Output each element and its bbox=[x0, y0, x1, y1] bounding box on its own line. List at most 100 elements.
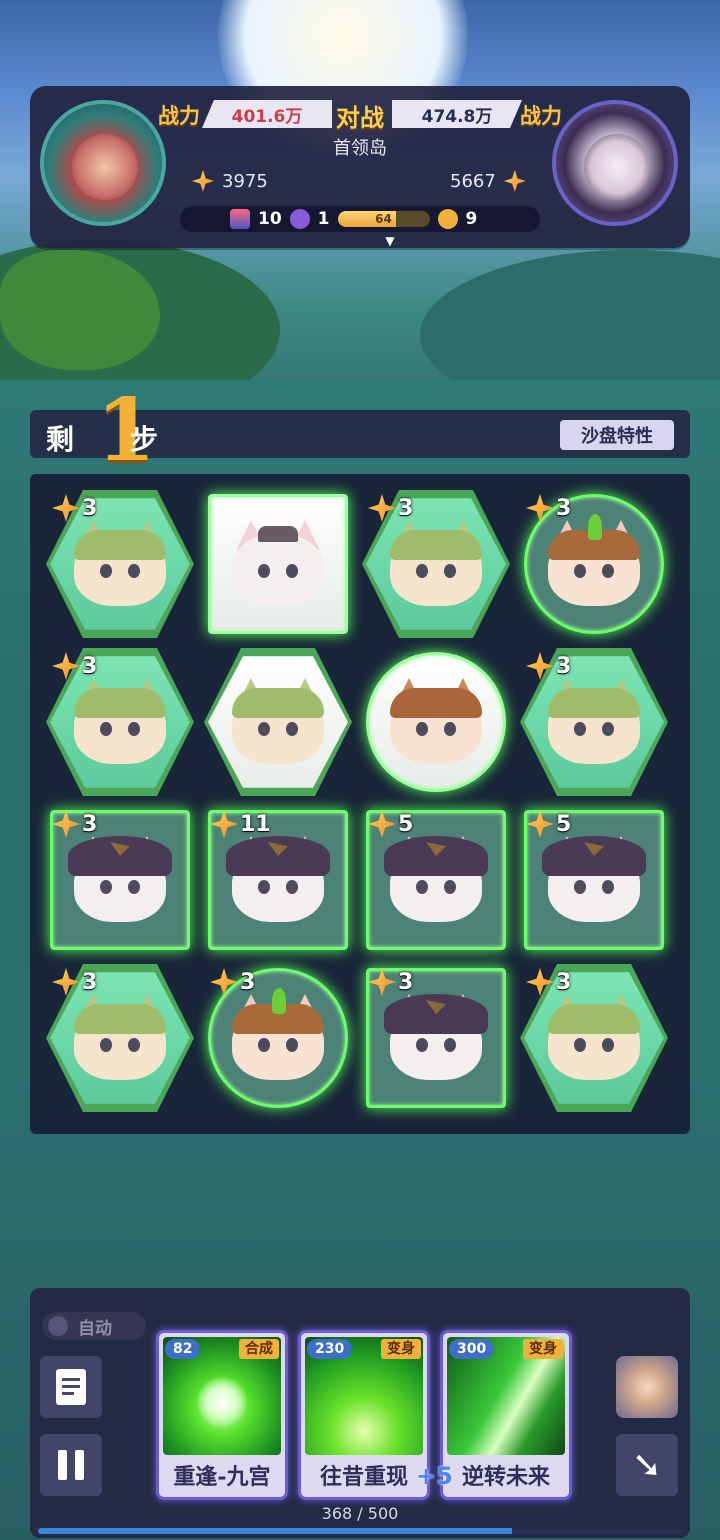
card-count: 10 bbox=[258, 209, 282, 229]
board-tile[interactable]: 3 bbox=[46, 964, 194, 1112]
progress-fill bbox=[38, 1528, 512, 1534]
board-tile[interactable]: 3 bbox=[520, 648, 668, 796]
tile-count-badge: 3 bbox=[210, 968, 255, 996]
card-tag: 变身 bbox=[381, 1339, 421, 1359]
hat-cat-icon bbox=[226, 836, 330, 922]
card-cost: 82 bbox=[165, 1339, 201, 1359]
steps-prefix: 剩 bbox=[46, 423, 75, 456]
horn-cat-icon bbox=[548, 514, 640, 606]
skill-card-3[interactable]: 300 变身 逆转未来 bbox=[440, 1330, 572, 1500]
tile-count-badge: 11 bbox=[210, 810, 271, 838]
tile-count: 5 bbox=[556, 811, 572, 837]
energy-bar: 64 bbox=[337, 211, 430, 227]
arrow-down-right-icon[interactable]: ➘ bbox=[616, 1434, 678, 1496]
star-icon bbox=[526, 652, 554, 680]
green-cat-icon bbox=[390, 520, 482, 606]
hat-cat-icon bbox=[68, 836, 172, 922]
tile-count: 3 bbox=[82, 811, 98, 837]
coin-count: 9 bbox=[465, 209, 478, 229]
enemy-power: 474.8万 bbox=[392, 100, 522, 128]
board-tile[interactable] bbox=[362, 648, 510, 796]
energy-value: 64 bbox=[375, 212, 392, 226]
board-tile[interactable]: 3 bbox=[204, 964, 352, 1112]
board-tile[interactable]: 11 bbox=[204, 806, 352, 954]
star-icon bbox=[52, 494, 80, 522]
tile-count-badge: 5 bbox=[526, 810, 571, 838]
board-tile[interactable]: 3 bbox=[46, 806, 194, 954]
tile-count-badge: 3 bbox=[52, 810, 97, 838]
skill-card-1[interactable]: 82 合成 重逢-九宫 bbox=[156, 1330, 288, 1500]
star-icon bbox=[52, 810, 80, 838]
tile-count: 3 bbox=[82, 969, 98, 995]
board-tile[interactable]: 3 bbox=[46, 490, 194, 638]
tile-count-badge: 3 bbox=[526, 494, 571, 522]
enemy-power-label: 战力 bbox=[520, 104, 562, 128]
star-icon bbox=[192, 170, 214, 192]
star-icon bbox=[210, 810, 238, 838]
board-tile[interactable]: 3 bbox=[46, 648, 194, 796]
tile-count: 3 bbox=[82, 495, 98, 521]
progress-label: 368 / 500 bbox=[321, 1504, 399, 1523]
tile-count: 11 bbox=[240, 811, 271, 837]
green-cat-icon bbox=[232, 678, 324, 764]
tile-count: 3 bbox=[240, 969, 256, 995]
hat-cat-icon bbox=[384, 836, 488, 922]
coin-icon bbox=[437, 209, 458, 229]
tile-count: 3 bbox=[556, 653, 572, 679]
player-avatar[interactable] bbox=[40, 100, 166, 226]
brown-cat-icon bbox=[390, 678, 482, 764]
board-tile[interactable]: 3 bbox=[362, 490, 510, 638]
tile-count-badge: 3 bbox=[52, 968, 97, 996]
sandbox-trait-button[interactable]: 沙盘特性 bbox=[560, 420, 674, 450]
tile-count: 5 bbox=[398, 811, 414, 837]
board-tile[interactable] bbox=[204, 490, 352, 638]
tile-count: 3 bbox=[556, 495, 572, 521]
captain-cat-icon bbox=[232, 520, 324, 606]
auto-toggle[interactable]: 自动 bbox=[42, 1312, 146, 1340]
tile-count-badge: 5 bbox=[368, 810, 413, 838]
enemy-score: 5667 bbox=[450, 170, 526, 192]
board-tile[interactable] bbox=[204, 648, 352, 796]
green-cat-icon bbox=[548, 678, 640, 764]
battle-header: 战力 401.6万 对战 474.8万 战力 首领岛 3975 5667 10 … bbox=[30, 86, 690, 248]
tile-count-badge: 3 bbox=[526, 968, 571, 996]
card-icon bbox=[230, 209, 250, 229]
chevron-down-icon[interactable]: ▼ bbox=[380, 235, 400, 247]
star-icon bbox=[368, 968, 396, 996]
tile-count: 3 bbox=[556, 969, 572, 995]
game-board: 3 3 3 3 3 3 11 5 5 3 3 3 3 bbox=[30, 474, 690, 1134]
pause-button[interactable] bbox=[40, 1434, 102, 1496]
star-icon bbox=[503, 170, 526, 192]
tile-count-badge: 3 bbox=[368, 494, 413, 522]
green-cat-icon bbox=[74, 520, 166, 606]
card-cost: 300 bbox=[449, 1339, 495, 1359]
notes-button[interactable] bbox=[40, 1356, 102, 1418]
document-icon bbox=[56, 1369, 86, 1405]
vs-label: 对战 bbox=[336, 104, 384, 132]
bonus-indicator: +5 bbox=[416, 1462, 453, 1490]
stats-bar: 10 1 64 9 bbox=[180, 206, 540, 232]
card-tag: 合成 bbox=[239, 1339, 279, 1359]
star-icon bbox=[368, 494, 396, 522]
horn-cat-icon bbox=[232, 988, 324, 1080]
enemy-avatar[interactable] bbox=[552, 100, 678, 226]
board-tile[interactable]: 5 bbox=[520, 806, 668, 954]
card-name: 重逢-九宫 bbox=[173, 1464, 271, 1490]
skill-card-2[interactable]: 230 变身 往昔重现 bbox=[298, 1330, 430, 1500]
player-power: 401.6万 bbox=[202, 100, 332, 128]
star-icon bbox=[526, 494, 554, 522]
star-icon bbox=[368, 810, 396, 838]
tile-count-badge: 3 bbox=[52, 494, 97, 522]
player-score-value: 3975 bbox=[222, 170, 268, 192]
card-name: 往昔重现 bbox=[319, 1464, 408, 1490]
hero-portrait-button[interactable] bbox=[616, 1356, 678, 1418]
toggle-knob bbox=[48, 1316, 68, 1336]
board-tile[interactable]: 3 bbox=[520, 964, 668, 1112]
green-cat-icon bbox=[548, 994, 640, 1080]
board-tile[interactable]: 3 bbox=[362, 964, 510, 1112]
progress-bar bbox=[38, 1528, 682, 1534]
tile-count: 3 bbox=[398, 495, 414, 521]
board-tile[interactable]: 5 bbox=[362, 806, 510, 954]
tile-count-badge: 3 bbox=[368, 968, 413, 996]
board-tile[interactable]: 3 bbox=[520, 490, 668, 638]
